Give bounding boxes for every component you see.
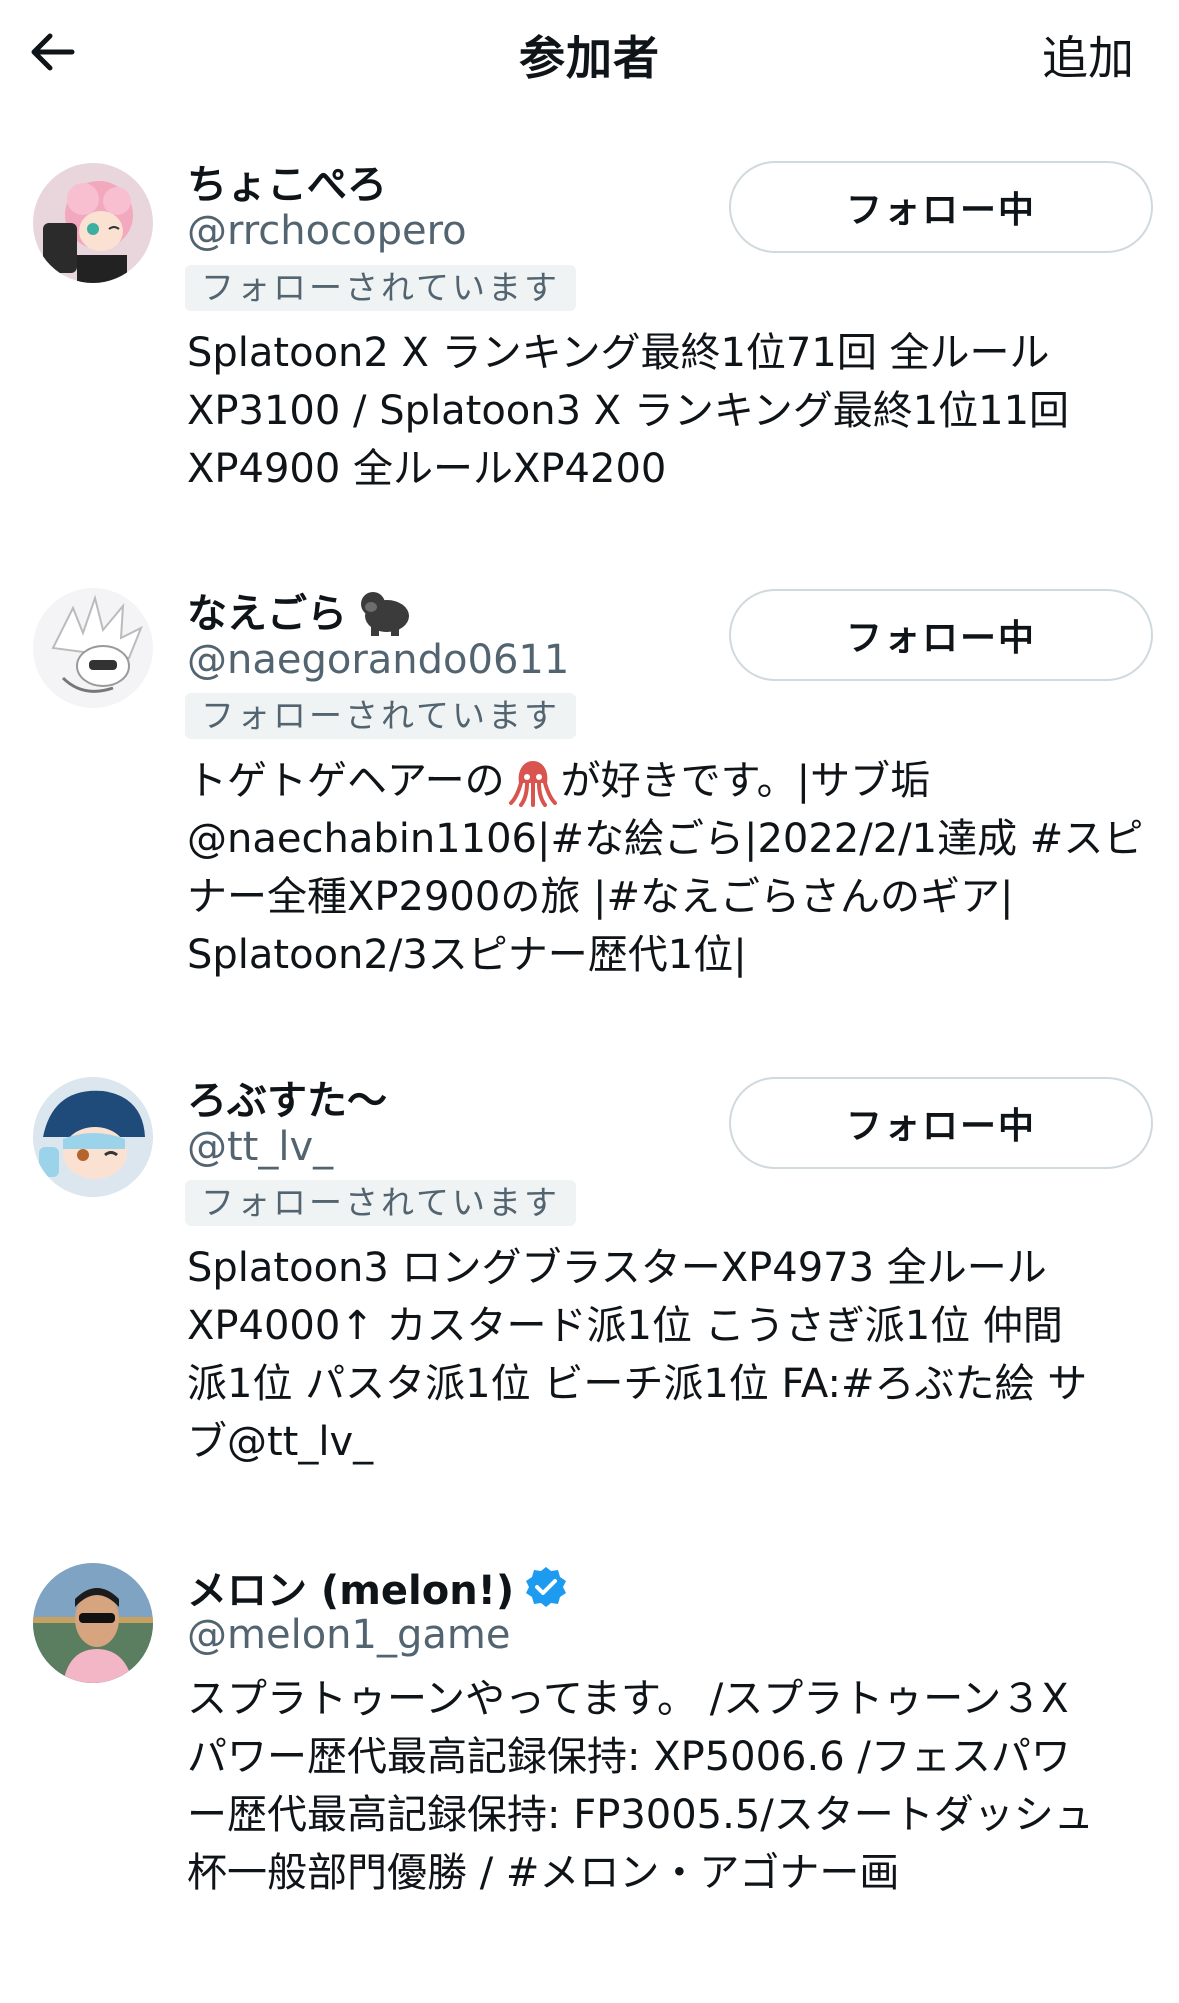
display-name[interactable]: ちょこぺろ — [187, 154, 387, 208]
user-bio: トゲトゲヘアーの が好きです。|サブ垢 @naechabin1106|#な絵ごら… — [187, 752, 1157, 984]
following-button[interactable]: フォロー中 — [729, 1077, 1153, 1169]
squid-emoji-icon — [508, 761, 557, 807]
user-bio: Splatoon2 X ランキング最終1位71回 全ルール XP3100 / S… — [187, 330, 1070, 492]
user-handle[interactable]: @naegorando0611 — [187, 637, 569, 683]
display-name[interactable]: メロン (melon!) — [187, 1560, 568, 1614]
add-button[interactable]: 追加 — [1042, 22, 1134, 88]
gorilla-emoji-icon — [361, 592, 409, 636]
page-title: 参加者 — [519, 31, 660, 85]
display-name-text: メロン (melon!) — [187, 1568, 515, 1614]
following-button[interactable]: フォロー中 — [729, 161, 1153, 253]
display-name[interactable]: ろぶすた〜 — [187, 1070, 387, 1124]
user-bio: Splatoon3 ロングブラスターXP4973 全ルール XP4000↑ カス… — [187, 1245, 1088, 1465]
bio-text-part1: トゲトゲヘアーの — [187, 758, 505, 804]
avatar[interactable] — [33, 1077, 153, 1197]
user-handle[interactable]: @rrchocopero — [187, 208, 467, 254]
display-name-text: なえごら — [187, 591, 347, 637]
verified-badge-icon — [526, 1567, 567, 1607]
avatar[interactable] — [33, 1563, 153, 1683]
user-bio: スプラトゥーンやってます。 /スプラトゥーン３X パワー歴代最高記録保持: XP… — [187, 1676, 1094, 1896]
avatar[interactable] — [33, 163, 153, 283]
user-handle[interactable]: @tt_lv_ — [187, 1124, 333, 1170]
top-bar: 参加者 追加 — [0, 0, 1179, 110]
display-name[interactable]: なえごら — [187, 583, 413, 637]
display-name-text: ろぶすた〜 — [187, 1078, 387, 1124]
avatar[interactable] — [33, 588, 153, 708]
display-name-text: ちょこぺろ — [187, 162, 387, 208]
following-button[interactable]: フォロー中 — [729, 589, 1153, 681]
follows-you-badge: フォローされています — [185, 265, 577, 311]
follows-you-badge: フォローされています — [185, 1180, 577, 1226]
user-handle[interactable]: @melon1_game — [187, 1612, 510, 1658]
follows-you-badge: フォローされています — [185, 693, 577, 739]
